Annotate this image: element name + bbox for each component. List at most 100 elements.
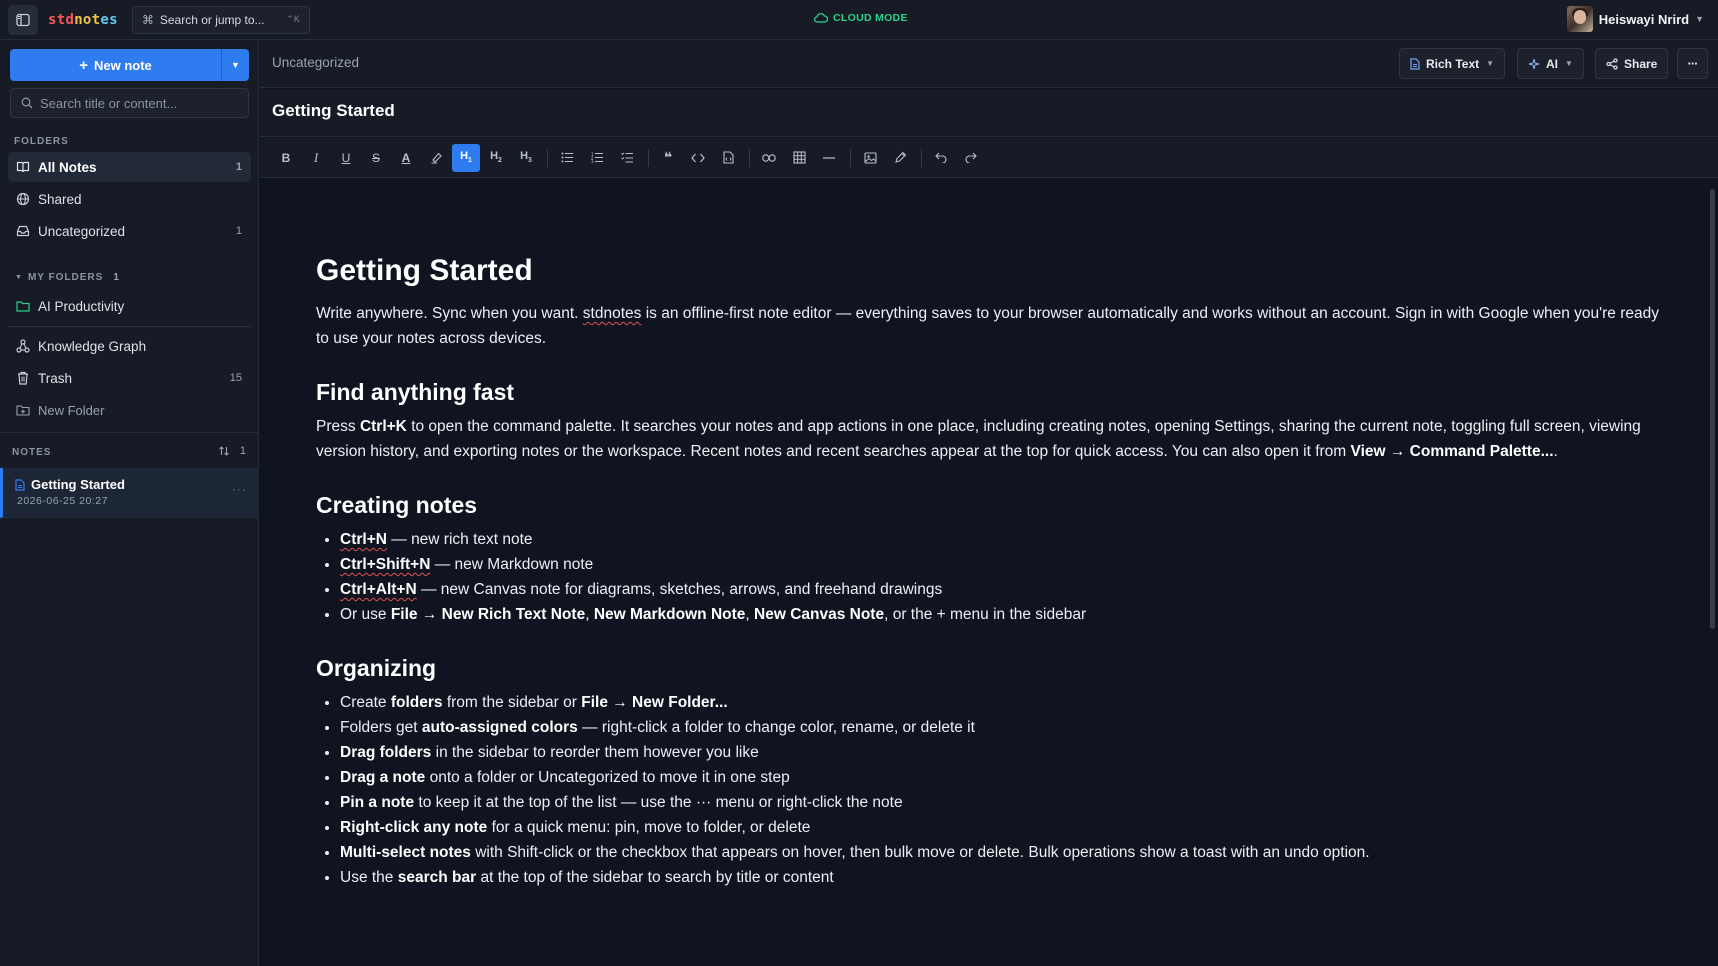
editor-mode-button[interactable]: Rich Text ▼ (1399, 48, 1506, 79)
more-icon[interactable]: ··· (232, 482, 247, 496)
link-button[interactable] (755, 144, 783, 172)
sidebar-item-all-notes[interactable]: All Notes 1 (8, 152, 251, 182)
heading-1-button[interactable]: H1 (452, 143, 480, 172)
task-list-button[interactable] (613, 144, 641, 172)
share-button[interactable]: Share (1595, 48, 1669, 79)
drawing-button[interactable] (886, 144, 914, 172)
doc-organizing-list: Create folders from the sidebar or File … (340, 690, 1676, 890)
italic-button[interactable]: I (302, 144, 330, 172)
top-bar: stdnotes ⌘ Search or jump to... ⌃K CLOUD… (0, 0, 1718, 40)
bullet-list-button[interactable] (553, 144, 581, 172)
more-icon: ··· (1687, 56, 1699, 71)
breadcrumb[interactable]: Uncategorized (272, 55, 359, 70)
pen-icon (894, 151, 906, 163)
more-options-button[interactable]: ··· (1677, 48, 1708, 79)
svg-text:3: 3 (591, 159, 594, 163)
underline-button[interactable]: U (332, 144, 360, 172)
note-header: Uncategorized Rich Text ▼ AI ▼ Share ··· (260, 40, 1718, 88)
undo-button[interactable] (927, 144, 955, 172)
chevron-down-icon: ▼ (1695, 14, 1704, 24)
list-item: Pin a note to keep it at the top of the … (340, 790, 1676, 815)
sidebar-item-trash[interactable]: Trash 15 (8, 363, 251, 393)
doc-find-paragraph: Press Ctrl+K to open the command palette… (316, 418, 1641, 460)
list-item: Drag a note onto a folder or Uncategoriz… (340, 765, 1676, 790)
quote-icon: ❝ (663, 149, 673, 165)
doc-heading-create: Creating notes (316, 492, 478, 518)
horizontal-rule-button[interactable] (815, 144, 843, 172)
table-icon (792, 151, 806, 164)
app-logo[interactable]: stdnotes (48, 12, 118, 28)
heading-3-button[interactable]: H3 (512, 144, 540, 172)
redo-button[interactable] (957, 144, 985, 172)
user-menu[interactable]: Heiswayi Nrird ▼ (1566, 6, 1704, 32)
chevron-down-icon: ▼ (1565, 59, 1573, 68)
sidebar-item-shared[interactable]: Shared (8, 184, 251, 214)
doc-heading-1: Getting Started (316, 254, 533, 287)
my-folders-toggle[interactable]: ▼ MY FOLDERS 1 (15, 272, 119, 283)
doc-heading-organizing: Organizing (316, 655, 437, 681)
list-item: Right-click any note for a quick menu: p… (340, 815, 1676, 840)
toolbar-separator (921, 148, 922, 167)
new-note-button[interactable]: + New note (10, 49, 221, 81)
jump-placeholder: Search or jump to... (159, 12, 265, 27)
new-note-dropdown-button[interactable]: ▼ (221, 49, 249, 81)
text-color-button[interactable]: A (392, 144, 420, 172)
file-code-icon (722, 151, 734, 164)
list-item[interactable]: Getting Started 2026-06-25 20:27 ··· (0, 468, 259, 518)
note-title-field[interactable]: Getting Started (272, 101, 395, 121)
document-content[interactable]: Getting Started Write anywhere. Sync whe… (316, 253, 1676, 890)
highlighter-icon (431, 152, 442, 164)
editor-scrollbar[interactable] (1710, 189, 1715, 629)
bullet-list-icon (561, 152, 573, 163)
plus-icon: + (79, 56, 88, 74)
new-note-button-group: + New note ▼ (10, 49, 249, 81)
toolbar-separator (648, 148, 649, 167)
sidebar-folder-ai-productivity[interactable]: AI Productivity (8, 291, 251, 321)
highlight-button[interactable] (422, 144, 450, 172)
blockquote-button[interactable]: ❝ (654, 144, 682, 172)
code-block-button[interactable] (714, 144, 742, 172)
list-item: Create folders from the sidebar or File … (340, 690, 1676, 715)
sidebar-item-uncategorized[interactable]: Uncategorized 1 (8, 216, 251, 246)
strikethrough-button[interactable]: S (362, 144, 390, 172)
toolbar-separator (749, 148, 750, 167)
new-folder-button[interactable]: New Folder (8, 395, 251, 425)
notes-tools: 1 (218, 445, 246, 457)
heading-1-icon: H1 (460, 150, 472, 165)
folder-icon (16, 299, 30, 313)
editor-area[interactable]: Getting Started Write anywhere. Sync whe… (260, 179, 1718, 966)
jump-search-input[interactable]: ⌘ Search or jump to... ⌃K (131, 5, 310, 34)
sort-icon[interactable] (218, 445, 230, 457)
heading-2-button[interactable]: H2 (482, 144, 510, 172)
checklist-icon (620, 152, 633, 163)
search-input[interactable]: Search title or content... (10, 88, 249, 118)
list-item: Folders get auto-assigned colors — right… (340, 715, 1676, 740)
folder-plus-icon (16, 403, 30, 417)
sidebar-item-knowledge-graph[interactable]: Knowledge Graph (8, 331, 251, 361)
sidebar-divider (8, 326, 251, 327)
trash-icon (16, 371, 30, 385)
italic-icon: I (313, 149, 319, 165)
chevron-down-icon: ▼ (231, 60, 240, 70)
title-bar: Getting Started (260, 89, 1718, 137)
ai-button[interactable]: AI ▼ (1517, 48, 1584, 79)
folders-section-label: FOLDERS (14, 136, 69, 147)
notes-count: 1 (239, 445, 246, 457)
toolbar-separator (850, 148, 851, 167)
heading-3-icon: H3 (520, 150, 532, 165)
ordered-list-button[interactable]: 123 (583, 144, 611, 172)
sidebar-toggle-button[interactable] (8, 4, 38, 35)
code-icon (691, 153, 705, 162)
command-icon: ⌘ (141, 12, 154, 27)
code-button[interactable] (684, 144, 712, 172)
cloud-mode-badge[interactable]: CLOUD MODE (814, 12, 908, 24)
cloud-icon (814, 13, 828, 23)
heading-2-icon: H2 (490, 150, 502, 165)
image-button[interactable] (856, 144, 884, 172)
table-button[interactable] (785, 144, 813, 172)
underline-icon: U (341, 150, 351, 165)
bold-button[interactable]: B (272, 144, 300, 172)
sidebar: + New note ▼ Search title or content... F… (0, 40, 259, 966)
avatar (1566, 6, 1593, 32)
chevron-down-icon: ▼ (1486, 59, 1495, 68)
